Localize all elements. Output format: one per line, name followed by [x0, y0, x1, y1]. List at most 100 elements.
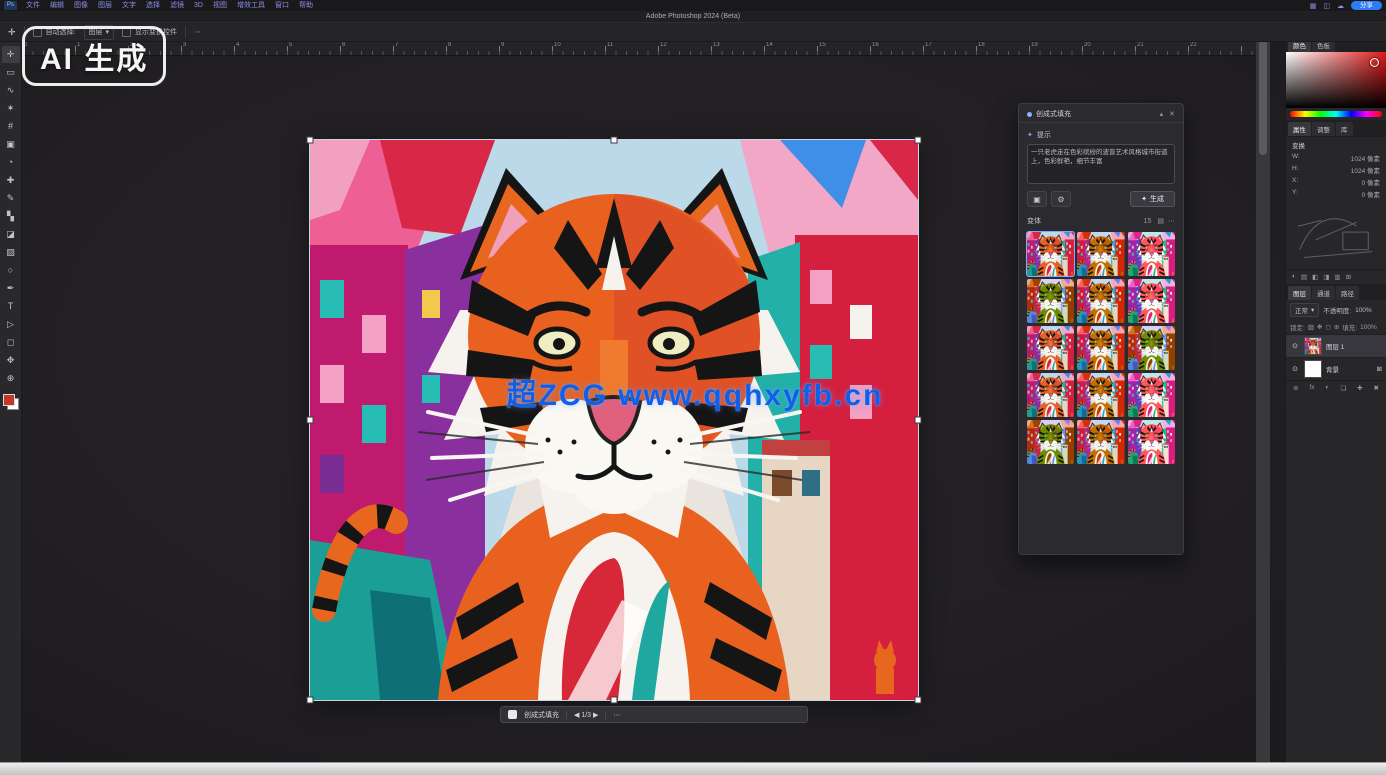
panel-tab[interactable]: 图层 [1288, 286, 1311, 300]
variation-9[interactable] [1128, 326, 1175, 370]
variation-15[interactable] [1128, 420, 1175, 464]
variation-7[interactable] [1027, 326, 1074, 370]
scrollbar-thumb[interactable] [1259, 25, 1267, 155]
tool-marquee[interactable]: ▭ [2, 64, 20, 81]
tool-move[interactable]: ✛ [2, 46, 20, 63]
adjustment-icon[interactable]: ▥ [1334, 273, 1340, 281]
hue-slider[interactable] [1290, 111, 1382, 117]
layers-panel-action-icon[interactable]: ⊚ [1293, 384, 1298, 392]
selection-handle-middle-left[interactable] [307, 417, 314, 424]
collapse-icon[interactable]: ▴ [1160, 110, 1164, 118]
close-icon[interactable]: ✕ [1169, 110, 1175, 118]
menu-item[interactable]: 选择 [141, 0, 165, 11]
layers-panel-action-icon[interactable]: fx [1309, 384, 1314, 392]
menu-item[interactable]: 文件 [21, 0, 45, 11]
tool-lasso[interactable]: ∿ [2, 82, 20, 99]
variation-11[interactable] [1077, 373, 1124, 417]
foreground-color-swatch[interactable] [3, 394, 15, 406]
adjustment-icon[interactable]: ⊞ [1346, 273, 1351, 281]
variation-12[interactable] [1128, 373, 1175, 417]
adjustment-icon[interactable]: ◨ [1323, 273, 1329, 281]
variation-13[interactable] [1027, 420, 1074, 464]
fill-value[interactable]: 100% [1360, 324, 1377, 331]
panel-header[interactable]: 创成式填充 ▴ ✕ [1019, 106, 1183, 123]
layer-row-1[interactable]: ⊙ 图层 1 [1286, 334, 1386, 357]
share-button[interactable]: 分享 [1351, 1, 1382, 10]
tool-eyedropper[interactable]: ◔ [2, 154, 20, 171]
generate-settings-button[interactable]: ⚙ [1051, 191, 1071, 207]
selection-handle-top-left[interactable] [307, 137, 314, 144]
menu-item[interactable]: 编辑 [45, 0, 69, 11]
property-value[interactable]: 0 像素 [1362, 189, 1380, 199]
task-bar-item[interactable]: ◀ 1/3 ▶ [566, 711, 598, 719]
more-options-icon[interactable]: ⋯ [1168, 217, 1175, 225]
reference-image-button[interactable]: ▣ [1027, 191, 1047, 207]
panel-tab[interactable]: 属性 [1288, 122, 1311, 136]
variation-2[interactable] [1077, 232, 1124, 276]
menu-item[interactable]: 帮助 [294, 0, 318, 11]
tool-eraser[interactable]: ◪ [2, 226, 20, 243]
visibility-eye-icon[interactable]: ⊙ [1290, 342, 1300, 350]
lock-icon[interactable]: ✥ [1317, 323, 1322, 331]
layers-panel-action-icon[interactable]: ✚ [1357, 384, 1362, 392]
menu-item[interactable]: 文字 [117, 0, 141, 11]
tool-hand[interactable]: ✥ [2, 352, 20, 369]
opacity-value[interactable]: 100% [1355, 307, 1372, 314]
variation-6[interactable] [1128, 279, 1175, 323]
menu-item[interactable]: 图像 [69, 0, 93, 11]
tool-type[interactable]: T [2, 298, 20, 315]
adjustment-icon[interactable]: ◐ [1292, 273, 1296, 281]
selection-handle-top-right[interactable] [915, 137, 922, 144]
variation-5[interactable] [1077, 279, 1124, 323]
menu-item[interactable]: 视图 [208, 0, 232, 11]
selection-handle-middle-right[interactable] [915, 417, 922, 424]
vertical-scrollbar[interactable] [1256, 22, 1270, 763]
canvas-artboard[interactable] [310, 140, 918, 700]
selection-handle-top-middle[interactable] [611, 137, 618, 144]
variation-10[interactable] [1027, 373, 1074, 417]
menu-item[interactable]: 窗口 [270, 0, 294, 11]
layer-row-background[interactable]: ⊙ 背景 ⊠ [1286, 357, 1386, 380]
menu-item[interactable]: 滤镜 [165, 0, 189, 11]
panel-tab[interactable]: 库 [1336, 122, 1353, 136]
tool-clone-stamp[interactable]: ▚ [2, 208, 20, 225]
cloud-icon[interactable]: ☁ [1337, 2, 1344, 10]
layers-panel-action-icon[interactable]: ❏ [1340, 384, 1346, 392]
selection-handle-bottom-middle[interactable] [611, 697, 618, 704]
lock-icon[interactable]: ⊕ [1334, 323, 1339, 331]
grid-view-icon[interactable]: ▤ [1157, 217, 1164, 225]
adjustment-icon[interactable]: ◧ [1312, 273, 1318, 281]
variation-8[interactable] [1077, 326, 1124, 370]
tool-pen[interactable]: ✒ [2, 280, 20, 297]
variation-4[interactable] [1027, 279, 1074, 323]
property-value[interactable]: 1024 像素 [1351, 153, 1380, 163]
color-swatches[interactable] [3, 394, 19, 410]
task-bar-item[interactable]: 创成式填充 [524, 710, 559, 720]
menu-item[interactable]: 图层 [93, 0, 117, 11]
property-value[interactable]: 1024 像素 [1351, 165, 1380, 175]
grid-icon[interactable]: ▦ [1310, 2, 1317, 10]
tool-brush[interactable]: ✎ [2, 190, 20, 207]
variation-14[interactable] [1077, 420, 1124, 464]
variation-3[interactable] [1128, 232, 1175, 276]
color-picker-field[interactable] [1286, 52, 1386, 108]
tool-frame[interactable]: ▣ [2, 136, 20, 153]
visibility-eye-icon[interactable]: ⊙ [1290, 365, 1300, 373]
panel-tab[interactable]: 调整 [1312, 122, 1335, 136]
adjustment-icon[interactable]: ▤ [1301, 273, 1307, 281]
tool-magic-wand[interactable]: ✶ [2, 100, 20, 117]
layers-panel-action-icon[interactable]: ✖ [1374, 384, 1379, 392]
blend-mode-select[interactable]: 正常 ▾ [1290, 303, 1319, 317]
workspace-icon[interactable]: ◫ [1323, 2, 1330, 10]
layer-name[interactable]: 背景 [1326, 364, 1373, 374]
tool-crop[interactable]: # [2, 118, 20, 135]
menu-item[interactable]: 增效工具 [232, 0, 270, 11]
prompt-input[interactable]: 一只老虎走在色彩缤纷的波普艺术风格城市街道上，色彩鲜艳，细节丰富 [1027, 144, 1175, 184]
lock-icon[interactable]: ▨ [1308, 323, 1314, 331]
task-bar-item[interactable]: ⋯ [605, 711, 620, 719]
lock-icon[interactable]: ◻ [1325, 323, 1330, 331]
tool-shape[interactable]: ◻ [2, 334, 20, 351]
selection-handle-bottom-left[interactable] [307, 697, 314, 704]
transform-section-label[interactable]: 变换 [1292, 140, 1380, 150]
tool-healing[interactable]: ✚ [2, 172, 20, 189]
